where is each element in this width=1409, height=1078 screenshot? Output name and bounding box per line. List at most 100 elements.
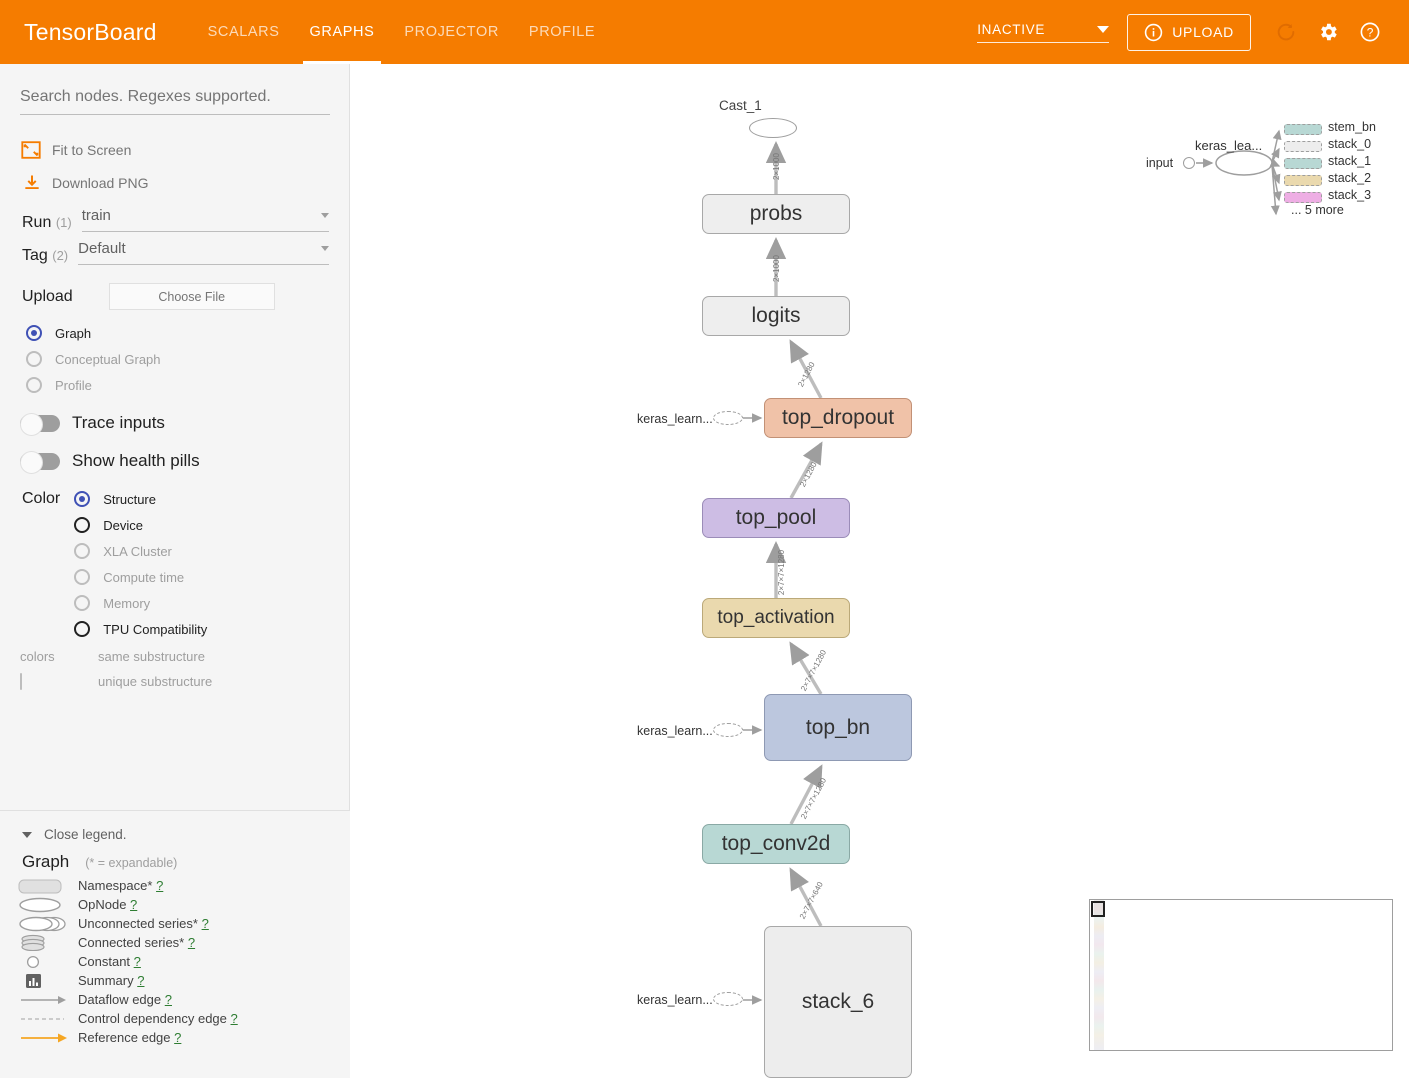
help-link[interactable]: ? [134, 954, 141, 969]
help-link[interactable]: ? [174, 1030, 181, 1045]
run-dropdown[interactable]: train [81, 207, 329, 232]
edge-label-logits-probs: 2×1000 [771, 255, 781, 282]
edge-label-bn-activation: 2×7×7×1280 [799, 648, 829, 693]
opnode-ellipse-icon [18, 897, 72, 913]
preview-chip-stack-2[interactable] [1284, 175, 1322, 186]
input-stub-label-stack-6: keras_learn... [637, 993, 713, 1007]
preview-more-label[interactable]: ... 5 more [1291, 203, 1344, 217]
edge-label-pool-dropout: 2×1280 [798, 460, 819, 489]
upload-label: Upload [22, 287, 73, 305]
graph-node-top-bn[interactable]: top_bn [764, 694, 912, 761]
choose-file-button[interactable]: Choose File [108, 283, 275, 310]
graph-canvas[interactable]: Cast_1 probs logits top_dropout top_pool… [351, 64, 1409, 1078]
legend-constant-label: Constant [78, 954, 131, 969]
nav-tabs: SCALARS GRAPHS PROJECTOR PROFILE [193, 0, 611, 64]
upload-button[interactable]: UPLOAD [1127, 13, 1251, 51]
run-status-value: INACTIVE [977, 21, 1046, 37]
input-stub-node-stack-6[interactable] [713, 992, 743, 1006]
control-dep-dashed-icon [18, 1011, 72, 1027]
help-link[interactable]: ? [188, 935, 195, 950]
tab-projector[interactable]: PROJECTOR [389, 0, 514, 64]
colors-key-label: colors [20, 649, 55, 664]
tab-scalars[interactable]: SCALARS [193, 0, 295, 64]
radio-color-tpu-compatibility[interactable]: TPU Compatibility [64, 616, 207, 642]
help-link[interactable]: ? [156, 878, 163, 893]
input-stub-node-top-bn[interactable] [713, 723, 743, 737]
legend-item-unconnected-series: Unconnected series* ? [0, 914, 350, 933]
radio-color-compute-time[interactable]: Compute time [64, 564, 207, 590]
help-link[interactable]: ? [130, 897, 137, 912]
radio-color-structure[interactable]: Structure [64, 486, 207, 512]
help-link[interactable]: ? [231, 1011, 238, 1026]
trace-inputs-toggle[interactable]: Trace inputs [0, 404, 349, 442]
edge-label-probs-cast1: 2×1000 [771, 153, 781, 180]
connected-series-icon [18, 934, 72, 951]
dataflow-arrow-icon [18, 992, 72, 1008]
tab-graphs[interactable]: GRAPHS [295, 0, 390, 64]
graph-node-top-pool[interactable]: top_pool [702, 498, 850, 538]
radio-color-memory[interactable]: Memory [64, 590, 207, 616]
radio-color-device-label: Device [103, 517, 143, 533]
radio-color-xla-cluster[interactable]: XLA Cluster [64, 538, 207, 564]
radio-color-memory-label: Memory [103, 595, 151, 611]
radio-indicator [74, 595, 91, 611]
trace-inputs-label: Trace inputs [72, 413, 165, 432]
graph-node-logits[interactable]: logits [702, 296, 850, 336]
chevron-down-icon [22, 831, 32, 838]
radio-profile[interactable]: Profile [0, 372, 349, 398]
input-stub-label-top-dropout: keras_learn... [637, 412, 713, 426]
upload-button-label: UPLOAD [1172, 24, 1234, 40]
download-png-button[interactable]: Download PNG [0, 166, 349, 199]
graph-node-stack-6[interactable]: stack_6 [764, 926, 912, 1078]
legend-item-opnode: OpNode ? [0, 895, 350, 914]
help-circle-icon[interactable]: ? [1359, 21, 1381, 43]
legend-item-constant: Constant ? [0, 952, 350, 971]
graph-node-top-conv2d[interactable]: top_conv2d [702, 824, 850, 864]
radio-indicator [74, 621, 91, 637]
graph-node-probs[interactable]: probs [702, 194, 850, 234]
radio-graph[interactable]: Graph [0, 320, 349, 346]
run-status-select[interactable]: INACTIVE [977, 21, 1110, 43]
preview-chip-stack-1[interactable] [1284, 158, 1322, 169]
radio-conceptual-graph[interactable]: Conceptual Graph [0, 346, 349, 372]
preview-chip-label-stack-1: stack_1 [1328, 154, 1372, 168]
radio-color-structure-label: Structure [103, 491, 156, 507]
preview-input-node[interactable] [1183, 157, 1195, 169]
fit-to-screen-label: Fit to Screen [52, 141, 132, 158]
summary-chart-icon [18, 973, 72, 989]
help-link[interactable]: ? [202, 916, 209, 931]
refresh-icon[interactable] [1275, 21, 1297, 43]
chevron-down-icon [321, 246, 329, 251]
graph-node-cast-1[interactable] [749, 118, 797, 138]
preview-chip-stem-bn[interactable] [1284, 124, 1322, 135]
help-link[interactable]: ? [137, 973, 144, 988]
graph-minimap[interactable] [1089, 899, 1393, 1051]
node-label-cast-1: Cast_1 [719, 98, 762, 113]
search-input[interactable] [20, 88, 330, 115]
radio-indicator [74, 543, 91, 559]
svg-text:?: ? [1367, 26, 1374, 40]
radio-color-tpu-compatibility-label: TPU Compatibility [103, 621, 208, 637]
legend-expandable-note: (* = expandable) [85, 856, 178, 870]
preview-chip-stack-3[interactable] [1284, 192, 1322, 203]
show-health-pills-toggle[interactable]: Show health pills [0, 442, 349, 480]
graph-node-top-activation[interactable]: top_activation [702, 598, 850, 638]
preview-chip-stack-0[interactable] [1284, 141, 1322, 152]
input-stub-node-top-dropout[interactable] [713, 411, 743, 425]
gear-icon[interactable] [1317, 21, 1339, 43]
sidebar: Fit to Screen Download PNG Run (1) train… [0, 64, 350, 1078]
tab-profile[interactable]: PROFILE [514, 0, 610, 64]
substructure-gradient-swatch [20, 673, 22, 690]
fit-to-screen-button[interactable]: Fit to Screen [0, 133, 349, 166]
edge-label-dropout-logits: 2×1280 [796, 360, 817, 389]
graph-node-top-dropout[interactable]: top_dropout [764, 398, 912, 438]
minimap-viewport-rect[interactable] [1091, 901, 1105, 917]
legend-title: Graph [22, 852, 70, 871]
legend-item-namespace: Namespace* ? [0, 876, 350, 895]
radio-indicator [26, 351, 42, 367]
close-legend-button[interactable]: Close legend. [0, 811, 350, 842]
close-legend-label: Close legend. [44, 827, 127, 842]
radio-color-device[interactable]: Device [64, 512, 207, 538]
help-link[interactable]: ? [165, 992, 172, 1007]
tag-dropdown[interactable]: Default [78, 240, 329, 265]
